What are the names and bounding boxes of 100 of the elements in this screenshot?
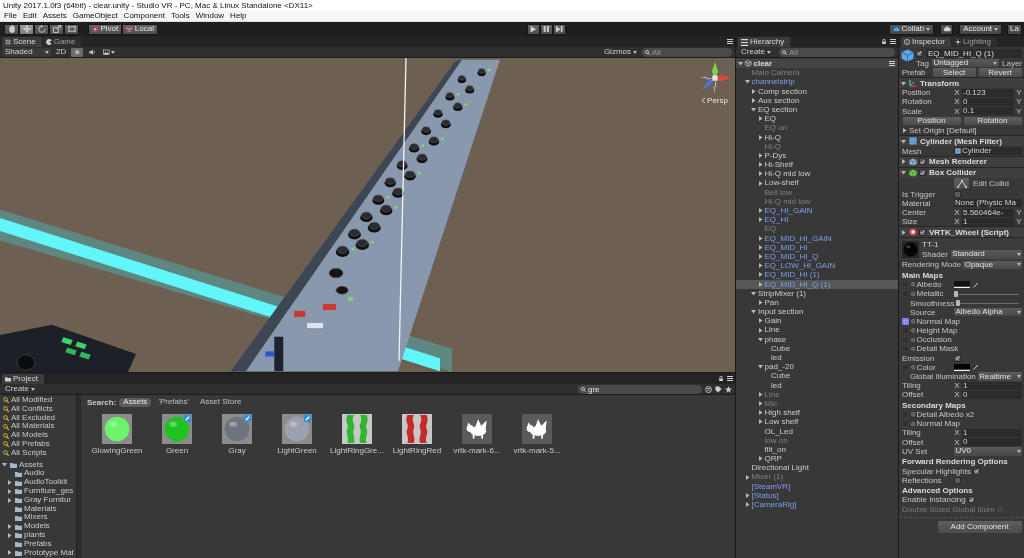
caret-right-icon[interactable] [744, 474, 750, 480]
caret-right-icon[interactable] [757, 180, 763, 186]
playback-button[interactable] [527, 23, 540, 35]
color-swatch-icon[interactable] [954, 281, 970, 289]
view-tab[interactable]: Game [42, 37, 82, 47]
shading-dropdown[interactable]: Shaded [3, 47, 51, 57]
prefab-button[interactable]: Revert [978, 68, 1022, 77]
checkbox[interactable] [954, 190, 961, 198]
menu-item[interactable]: Assets [39, 11, 70, 21]
number-field[interactable]: 0 [962, 438, 1022, 447]
caret-down-icon[interactable] [751, 309, 756, 315]
number-field[interactable]: 0 [962, 97, 1014, 106]
caret-right-icon[interactable] [757, 116, 763, 122]
number-field[interactable]: -0.123 [962, 88, 1014, 97]
tool-button[interactable] [49, 23, 64, 35]
caret-right-icon[interactable] [757, 244, 763, 250]
hierarchy-item[interactable]: Low shelf [736, 417, 898, 427]
hierarchy-item[interactable]: Hi-Q mid low [736, 169, 898, 179]
caret-down-icon[interactable] [757, 336, 763, 342]
folder-item[interactable]: Prefabs [0, 539, 76, 549]
menu-item[interactable]: Help [227, 11, 250, 21]
lock-icon[interactable] [718, 376, 724, 381]
name-field[interactable]: EQ_MID_HI_Q (1) [926, 48, 1022, 58]
caret-right-icon[interactable] [7, 550, 12, 556]
hierarchy-item[interactable]: Low-shelf [736, 178, 898, 188]
number-field[interactable]: 0.1 [962, 107, 1014, 116]
folder-item[interactable]: Prototype Mat [0, 548, 76, 558]
tool-button[interactable] [34, 23, 49, 35]
hierarchy-item[interactable]: [CameraRig] [736, 500, 898, 510]
caret-down-icon[interactable] [901, 80, 906, 86]
menu-item[interactable]: Component [120, 11, 168, 21]
caret-right-icon[interactable] [751, 88, 756, 94]
caret-down-icon[interactable] [2, 462, 7, 468]
winged-creature-icon[interactable] [462, 414, 492, 444]
checkbox[interactable] [916, 49, 923, 57]
caret-right-icon[interactable] [757, 419, 763, 425]
hierarchy-item[interactable]: EQ_MID_HI [736, 242, 898, 252]
edit-collider-button[interactable] [954, 178, 969, 190]
number-field[interactable]: 1 [962, 217, 1014, 226]
checkbox[interactable] [972, 467, 980, 475]
local-button[interactable]: Local [122, 23, 158, 35]
menu-icon[interactable] [889, 61, 895, 67]
favorite-item[interactable]: All Conflicts [0, 404, 76, 414]
eyedropper-icon[interactable] [973, 364, 979, 371]
caret-right-icon[interactable] [757, 410, 763, 416]
add-component-button[interactable]: Add Component [937, 520, 1022, 533]
hierarchy-item[interactable]: Cube [736, 371, 898, 381]
hierarchy-item[interactable]: Aux section [736, 95, 898, 105]
dropdown[interactable]: Albedo Alpha [954, 307, 1022, 317]
caret-right-icon[interactable] [757, 134, 763, 140]
hierarchy-tab[interactable]: Hierarchy [738, 37, 791, 47]
collab-dropdown[interactable]: Collab [889, 23, 935, 35]
picker-icon[interactable] [910, 365, 915, 370]
caret-right-icon[interactable] [757, 299, 763, 305]
hierarchy-item[interactable]: EQ_HI [736, 215, 898, 225]
cloud-button[interactable] [940, 23, 954, 35]
color-swatch-icon[interactable] [954, 363, 970, 371]
caret-down-icon[interactable] [901, 170, 906, 176]
caret-right-icon[interactable] [7, 488, 12, 494]
gizmos-dropdown[interactable]: Gizmos [601, 47, 639, 57]
search-field[interactable]: All [642, 47, 732, 57]
menu-icon[interactable] [727, 39, 733, 44]
hierarchy-item[interactable]: QRP [736, 454, 898, 464]
hierarchy-item[interactable]: Comp section [736, 86, 898, 96]
action-button[interactable]: Rotation [963, 116, 1022, 126]
caret-right-icon[interactable] [901, 159, 906, 165]
panel-tab[interactable]: Lighting [951, 37, 997, 47]
search-field[interactable]: All [779, 47, 895, 57]
component-header[interactable]: Transform [899, 77, 1024, 89]
menu-item[interactable]: GameObject [69, 11, 121, 21]
hierarchy-item[interactable]: led [736, 353, 898, 363]
hierarchy-item[interactable]: Gain [736, 316, 898, 326]
caret-right-icon[interactable] [757, 391, 763, 397]
checkbox[interactable] [919, 158, 926, 166]
menu-icon[interactable] [727, 376, 733, 381]
search-field[interactable]: gre [578, 384, 702, 394]
sphere-thumbnail-icon[interactable] [282, 414, 312, 444]
sphere-thumbnail-icon[interactable] [102, 414, 132, 444]
account-dropdown[interactable]: Account [959, 23, 1003, 35]
caret-right-icon[interactable] [757, 456, 763, 462]
caret-down-icon[interactable] [751, 107, 756, 113]
view-toggle-button[interactable] [71, 47, 84, 57]
caret-right-icon[interactable] [7, 480, 12, 486]
scene-viewport[interactable]: Persp [0, 58, 735, 372]
favorite-item[interactable]: All Prefabs [0, 440, 76, 449]
dropdown[interactable]: Realtime [977, 372, 1022, 381]
number-field[interactable]: 1 [962, 381, 1022, 390]
scope-tab[interactable]: Assets [119, 397, 152, 407]
number-field[interactable]: 5.560464e- [962, 208, 1014, 217]
caret-right-icon[interactable] [757, 235, 763, 241]
favorite-item[interactable]: All Excluded [0, 413, 76, 423]
favorite-item[interactable]: All Scripts [0, 448, 76, 458]
eyedropper-icon[interactable] [973, 281, 979, 288]
hierarchy-item[interactable]: filt_on [736, 444, 898, 455]
caret-down-icon[interactable] [757, 364, 763, 370]
caret-down-icon[interactable] [751, 290, 756, 296]
tag-dropdown[interactable]: Untagged [931, 58, 999, 68]
slider-thumb[interactable] [956, 300, 961, 307]
folder-item[interactable]: Mixers [0, 513, 76, 523]
hierarchy-item[interactable]: P-Dys [736, 150, 898, 161]
